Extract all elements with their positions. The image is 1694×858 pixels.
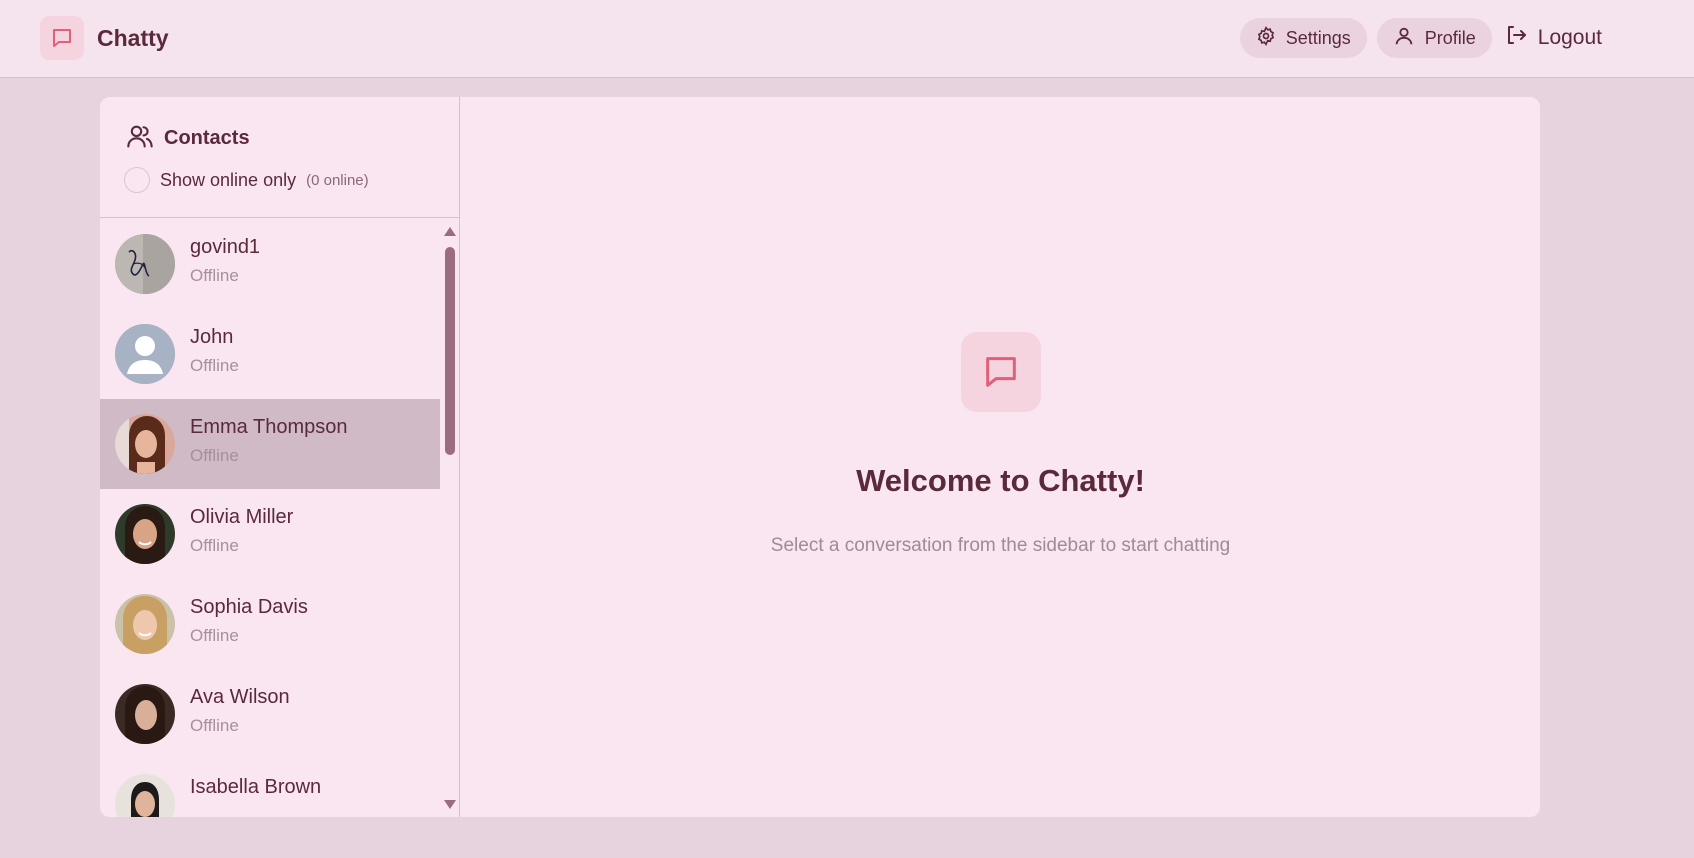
avatar	[115, 594, 175, 654]
users-icon	[126, 122, 154, 155]
user-icon	[1393, 25, 1415, 52]
scroll-up-arrow-icon[interactable]	[444, 227, 456, 236]
scrollbar-thumb[interactable]	[445, 247, 455, 455]
chat-bubble-icon	[961, 332, 1041, 412]
welcome-title: Welcome to Chatty!	[856, 463, 1145, 498]
chat-logo-icon	[40, 16, 84, 60]
contact-name: Olivia Miller	[190, 506, 294, 528]
default-avatar-icon	[115, 324, 175, 384]
show-online-filter[interactable]: Show online only (0 online)	[124, 167, 369, 193]
contacts-sidebar: Contacts Show online only (0 online) gov…	[100, 97, 460, 817]
contact-name: Sophia Davis	[190, 596, 308, 618]
logout-icon	[1504, 23, 1528, 53]
contact-list-scrollbar[interactable]	[441, 219, 459, 817]
contact-name: John	[190, 326, 234, 348]
avatar	[115, 504, 175, 564]
app-name: Chatty	[97, 24, 169, 51]
settings-button[interactable]: Settings	[1239, 18, 1367, 58]
contact-status: Offline	[190, 626, 239, 645]
profile-button[interactable]: Profile	[1376, 18, 1492, 58]
avatar	[115, 684, 175, 744]
contact-name: Isabella Brown	[190, 776, 322, 798]
contact-status: Offline	[190, 716, 239, 735]
contact-item[interactable]: Olivia Miller Offline	[100, 489, 440, 579]
contact-item[interactable]: govind1 Offline	[100, 219, 440, 309]
contact-item[interactable]: Isabella Brown	[100, 759, 440, 817]
show-online-label: Show online only	[160, 169, 297, 190]
avatar	[115, 234, 175, 294]
profile-label: Profile	[1424, 27, 1476, 48]
welcome-pane: Welcome to Chatty! Select a conversation…	[461, 97, 1540, 817]
contact-status: Offline	[190, 356, 239, 375]
contact-item[interactable]: John Offline	[100, 309, 440, 399]
welcome-subtitle: Select a conversation from the sidebar t…	[770, 535, 1231, 556]
avatar	[115, 774, 175, 817]
sidebar-header: Contacts Show online only (0 online)	[100, 97, 459, 218]
avatar	[115, 414, 175, 474]
contact-name: Ava Wilson	[190, 686, 290, 708]
logout-button[interactable]: Logout	[1502, 18, 1604, 58]
nav-actions: Settings Profile Logout	[1239, 18, 1604, 58]
contact-item-selected[interactable]: Emma Thompson Offline	[100, 399, 440, 489]
chat-container: Contacts Show online only (0 online) gov…	[100, 97, 1540, 817]
contact-status: Offline	[190, 536, 239, 555]
show-online-checkbox[interactable]	[124, 167, 150, 193]
contact-status: Offline	[190, 446, 239, 465]
contact-name: Emma Thompson	[190, 416, 348, 438]
contacts-title: Contacts	[164, 127, 250, 149]
contacts-heading: Contacts	[126, 122, 250, 155]
contact-list[interactable]: govind1 Offline John Offline Emma Thomps…	[100, 219, 440, 817]
top-navbar: Chatty Settings Profile Logout	[0, 0, 1694, 78]
logout-label: Logout	[1537, 26, 1602, 49]
contact-item[interactable]: Ava Wilson Offline	[100, 669, 440, 759]
contact-name: govind1	[190, 236, 261, 258]
gear-icon	[1256, 25, 1276, 51]
settings-label: Settings	[1285, 27, 1351, 48]
scroll-down-arrow-icon[interactable]	[444, 800, 456, 809]
online-count: (0 online)	[306, 171, 369, 189]
contact-item[interactable]: Sophia Davis Offline	[100, 579, 440, 669]
contact-status: Offline	[190, 266, 239, 285]
brand[interactable]: Chatty	[40, 16, 169, 60]
